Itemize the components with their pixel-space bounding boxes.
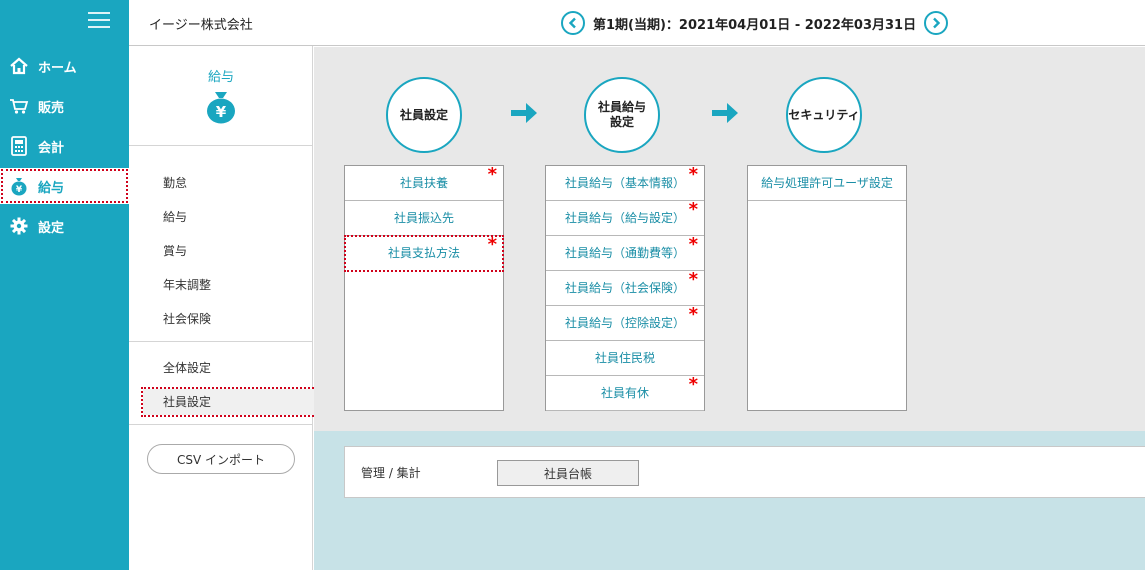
required-mark: * — [688, 304, 698, 325]
home-icon — [8, 55, 30, 77]
header: イージー株式会社 第1期(当期)：2021年04月01日 - 2022年03月3… — [129, 0, 1145, 46]
company-name: イージー株式会社 — [149, 18, 253, 33]
employee-ledger-button[interactable]: 社員台帳 — [497, 460, 639, 486]
link-label: 社員扶養 — [399, 176, 448, 190]
chevron-right-icon — [933, 17, 941, 29]
required-mark: * — [487, 164, 497, 185]
submenu-item-salary[interactable]: 給与 — [143, 204, 315, 230]
link-label: 社員有休 — [600, 386, 649, 400]
submenu-divider — [129, 424, 313, 425]
csv-import-button[interactable]: CSV インポート — [147, 444, 295, 474]
submenu-title: 給与 — [207, 70, 234, 85]
step-label: 社員給与 — [597, 100, 646, 114]
link-label: 社員給与（給与設定） — [564, 211, 685, 225]
chevron-left-icon — [568, 17, 576, 29]
nav-item-settings[interactable]: 設定 — [0, 208, 129, 244]
nav-item-label: 販売 — [38, 100, 65, 116]
nav-item-label: ホーム — [38, 60, 77, 76]
main-content: 社員設定 社員給与 設定 セキュリティ 社員扶養 * 社員振込先 社員支払方法 * — [314, 47, 1145, 570]
link-label: 社員給与（基本情報） — [564, 176, 685, 190]
security-box: 給与処理許可ユーザ設定 — [747, 165, 907, 411]
nav-item-label: 会計 — [38, 140, 65, 156]
money-bag-icon: ¥ — [8, 175, 30, 197]
link-label: 社員給与（控除設定） — [564, 316, 685, 330]
employee-settings-box: 社員扶養 * 社員振込先 社員支払方法 * — [344, 164, 504, 411]
previous-period-button[interactable] — [561, 11, 585, 35]
payroll-social-insurance-link[interactable]: 社員給与（社会保険） * — [546, 269, 704, 306]
required-mark: * — [688, 234, 698, 255]
employee-payroll-box: 社員給与（基本情報） * 社員給与（給与設定） * 社員給与（通勤費等） * 社… — [545, 164, 705, 411]
submenu-item-employee-settings[interactable]: 社員設定 — [141, 387, 317, 417]
gear-icon — [8, 215, 30, 237]
submenu-item-attendance[interactable]: 勤怠 — [143, 170, 315, 196]
paid-leave-link[interactable]: 社員有休 * — [546, 374, 704, 411]
step-label: 社員設定 — [399, 107, 448, 122]
step-label-line2: 設定 — [609, 115, 634, 129]
nav-item-payroll[interactable]: ¥ 給与 — [0, 168, 129, 204]
step-employee-payroll-settings: 社員給与 設定 — [584, 77, 660, 153]
employee-dependents-link[interactable]: 社員扶養 * — [345, 164, 503, 201]
payroll-commuting-link[interactable]: 社員給与（通勤費等） * — [546, 234, 704, 271]
link-label: 給与処理許可ユーザ設定 — [761, 176, 893, 190]
submenu-item-bonus[interactable]: 賞与 — [143, 238, 315, 264]
required-mark: * — [688, 164, 698, 185]
submenu-divider — [129, 341, 313, 342]
link-label: 社員給与（通勤費等） — [564, 246, 685, 260]
submenu-item-social-insurance[interactable]: 社会保険 — [143, 306, 315, 332]
submenu-item-general-settings[interactable]: 全体設定 — [143, 355, 315, 381]
link-label: 社員支払方法 — [387, 246, 460, 260]
step-label: セキュリティ — [788, 107, 860, 122]
required-mark: * — [487, 234, 497, 255]
calculator-icon — [8, 135, 30, 157]
payroll-deduction-link[interactable]: 社員給与（控除設定） * — [546, 304, 704, 341]
management-label: 管理 / 集計 — [361, 466, 421, 480]
employee-bank-account-link[interactable]: 社員振込先 — [345, 201, 503, 236]
period-selector: 第1期(当期)：2021年04月01日 - 2022年03月31日 — [561, 10, 949, 36]
step-security: セキュリティ — [786, 77, 862, 153]
payroll-salary-settings-link[interactable]: 社員給与（給与設定） * — [546, 199, 704, 236]
link-label: 社員住民税 — [594, 351, 655, 365]
payroll-permission-users-link[interactable]: 給与処理許可ユーザ設定 — [748, 166, 906, 201]
arrow-right-icon — [712, 103, 738, 123]
settings-flow-area: 社員設定 社員給与 設定 セキュリティ 社員扶養 * 社員振込先 社員支払方法 * — [314, 47, 1145, 431]
link-label: 社員振込先 — [393, 211, 454, 225]
submenu-header: 給与 ¥ — [129, 46, 313, 146]
svg-text:¥: ¥ — [16, 185, 23, 195]
period-label: 第1期(当期)：2021年04月01日 - 2022年03月31日 — [593, 17, 917, 33]
employee-payment-method-link[interactable]: 社員支払方法 * — [344, 234, 504, 272]
money-bag-icon: ¥ — [207, 92, 235, 124]
main-nav: ホーム 販売 会計 ¥ 給与 設定 — [0, 0, 129, 570]
payroll-submenu: 給与 ¥ 勤怠 給与 賞与 年末調整 社会保険 全体設定 社員設定 CSV イン… — [129, 46, 317, 570]
nav-item-home[interactable]: ホーム — [0, 48, 129, 84]
payroll-basic-info-link[interactable]: 社員給与（基本情報） * — [546, 164, 704, 201]
required-mark: * — [688, 269, 698, 290]
nav-item-label: 設定 — [38, 220, 65, 236]
nav-item-accounting[interactable]: 会計 — [0, 128, 129, 164]
required-mark: * — [688, 374, 698, 395]
resident-tax-link[interactable]: 社員住民税 — [546, 341, 704, 376]
required-mark: * — [688, 199, 698, 220]
cart-icon — [8, 95, 30, 117]
hamburger-menu-icon[interactable] — [88, 12, 110, 30]
step-employee-settings: 社員設定 — [386, 77, 462, 153]
management-card: 管理 / 集計 社員台帳 — [344, 446, 1145, 498]
submenu-item-year-end-adjustment[interactable]: 年末調整 — [143, 272, 315, 298]
svg-text:¥: ¥ — [216, 103, 227, 121]
nav-item-label: 給与 — [38, 180, 65, 196]
nav-item-sales[interactable]: 販売 — [0, 88, 129, 124]
link-label: 社員給与（社会保険） — [564, 281, 685, 295]
next-period-button[interactable] — [924, 11, 949, 35]
arrow-right-icon — [511, 103, 537, 123]
